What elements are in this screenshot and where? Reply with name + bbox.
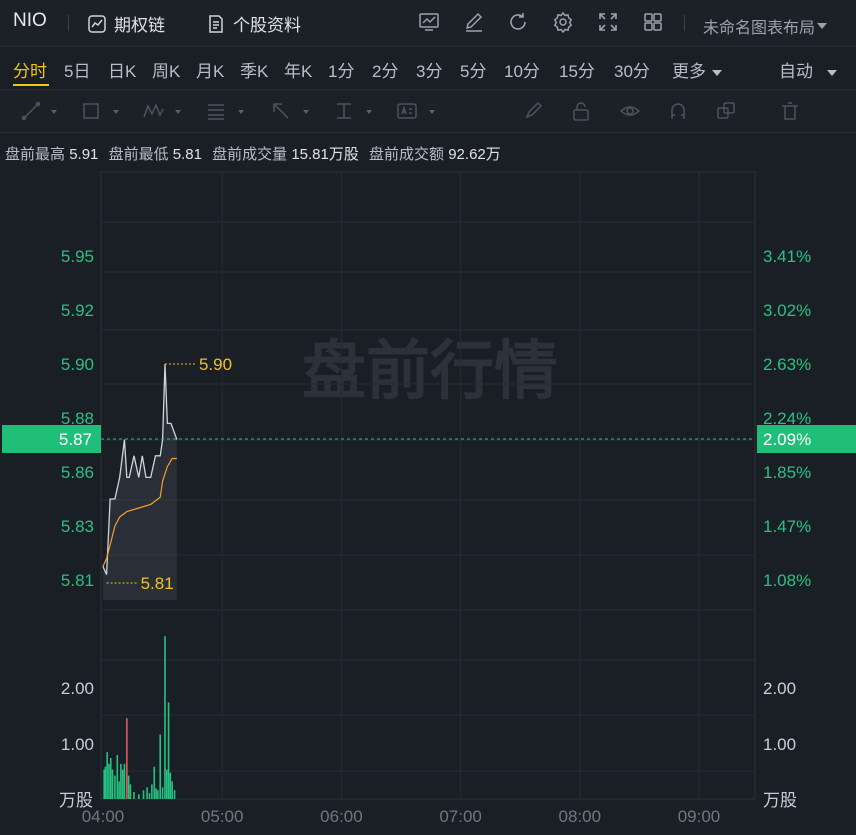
volume-bar	[151, 784, 153, 799]
time-tick-label: 08:00	[559, 807, 602, 826]
volume-bar	[106, 752, 108, 799]
volume-tick-label-right: 1.00	[763, 735, 796, 754]
volume-bar	[108, 763, 110, 799]
price-tick-label: 5.83	[61, 517, 94, 536]
volume-bar	[109, 758, 112, 799]
intraday-chart[interactable]: 盘前行情 5.95 3.41%5.92 3.02%5.90 2.63%5.88 2.24…	[0, 0, 856, 835]
chart-watermark: 盘前行情	[302, 335, 558, 409]
volume-bar	[165, 769, 168, 799]
volume-bar	[123, 763, 126, 799]
volume-bar	[129, 784, 132, 799]
volume-bar	[157, 790, 159, 799]
volume-bar	[137, 794, 140, 799]
percent-tick-label: 1.85%	[763, 463, 811, 482]
price-tick-label: 5.92	[61, 301, 94, 320]
volume-bar	[148, 793, 151, 799]
price-tick-label: 5.90	[61, 355, 94, 374]
min-price-label: 5.81	[141, 574, 174, 593]
volume-tick-label: 2.00	[61, 679, 94, 698]
volume-bar	[114, 775, 116, 799]
volume-bar	[142, 790, 145, 799]
volume-bar	[164, 636, 166, 799]
volume-bar	[146, 787, 148, 799]
time-tick-label: 05:00	[201, 807, 244, 826]
volume-bar	[126, 718, 128, 799]
time-tick-label: 07:00	[439, 807, 482, 826]
volume-bar	[111, 769, 114, 799]
price-tick-label: 5.95	[61, 247, 94, 266]
chart-grid	[100, 171, 756, 800]
max-price-label: 5.90	[199, 355, 232, 374]
time-tick-label: 06:00	[320, 807, 363, 826]
volume-unit-right: 万股	[763, 791, 797, 810]
volume-bars	[103, 636, 176, 799]
volume-bar	[161, 787, 164, 799]
price-tick-label: 5.86	[61, 463, 94, 482]
volume-bar	[133, 791, 135, 799]
volume-bar	[104, 766, 107, 799]
volume-tick-label: 1.00	[61, 735, 94, 754]
volume-bar	[116, 755, 119, 799]
volume-bar	[169, 772, 172, 799]
time-tick-label: 04:00	[82, 807, 125, 826]
current-percent-label: 2.09%	[763, 430, 811, 449]
volume-bar	[167, 702, 170, 799]
volume-bar	[173, 790, 176, 799]
price-tick-label: 5.81	[61, 571, 94, 590]
volume-bar	[153, 766, 156, 799]
percent-tick-label: 3.02%	[763, 301, 811, 320]
current-price-label: 5.87	[59, 430, 92, 449]
percent-tick-label: 1.47%	[763, 517, 811, 536]
percent-tick-label: 1.08%	[763, 571, 811, 590]
volume-bar	[118, 781, 120, 799]
volume-bar	[121, 769, 124, 799]
chart-frame	[100, 171, 756, 800]
time-tick-label: 09:00	[678, 807, 721, 826]
volume-bar	[127, 775, 130, 799]
volume-tick-label-right: 2.00	[763, 679, 796, 698]
volume-bar	[171, 781, 173, 799]
volume-bar	[120, 763, 122, 799]
volume-bar	[155, 788, 157, 799]
percent-tick-label: 3.41%	[763, 247, 811, 266]
percent-tick-label: 2.63%	[763, 355, 811, 374]
volume-bar	[159, 734, 162, 799]
